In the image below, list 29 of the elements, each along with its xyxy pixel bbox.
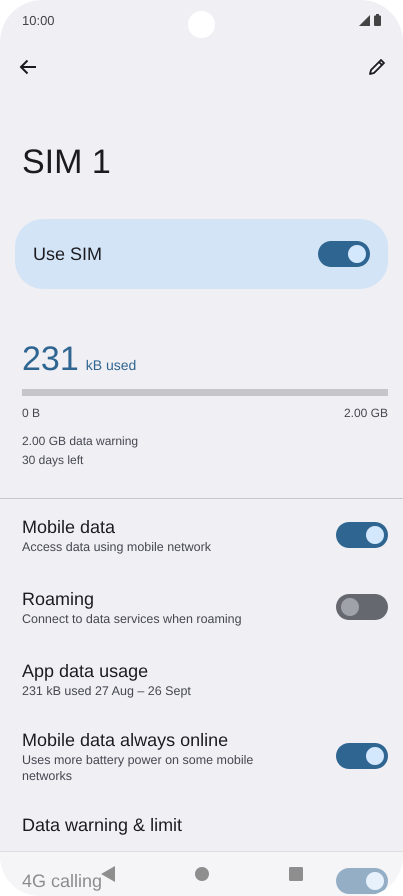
usage-amount: 231 <box>22 341 79 377</box>
days-left-text: 30 days left <box>22 452 84 469</box>
setting-title: Mobile data always online <box>22 729 230 752</box>
setting-title: Data warning & limit <box>22 814 182 837</box>
pencil-icon <box>368 58 386 76</box>
battery-icon <box>374 14 381 26</box>
setting-title: App data usage <box>22 660 150 683</box>
use-sim-toggle[interactable] <box>318 241 370 267</box>
setting-toggle[interactable] <box>336 868 388 894</box>
setting-subtitle: Connect to data services when roaming <box>22 611 242 627</box>
signal-icon <box>359 15 370 26</box>
setting-subtitle: Access data using mobile network <box>22 539 211 555</box>
setting-toggle[interactable] <box>336 522 388 548</box>
use-sim-label: Use SIM <box>33 244 102 264</box>
setting-toggle[interactable] <box>336 743 388 769</box>
setting-toggle[interactable] <box>336 594 388 620</box>
setting-title: Mobile data <box>22 516 116 539</box>
setting-subtitle: Uses more battery power on some mobile networks <box>22 752 254 784</box>
usage-unit: kB used <box>86 357 136 373</box>
setting-title: 4G calling <box>22 870 102 893</box>
back-arrow-icon <box>19 58 37 76</box>
setting-subtitle: 231 kB used 27 Aug – 26 Sept <box>22 683 191 699</box>
max-label: 2.00 GB <box>344 406 388 420</box>
use-sim-card[interactable]: Use SIM <box>15 219 388 289</box>
page-title: SIM 1 <box>22 142 112 183</box>
data-warning-text: 2.00 GB data warning <box>22 433 140 450</box>
status-time: 10:00 <box>22 12 55 28</box>
min-label: 0 B <box>22 406 40 420</box>
setting-title: Roaming <box>22 588 96 611</box>
